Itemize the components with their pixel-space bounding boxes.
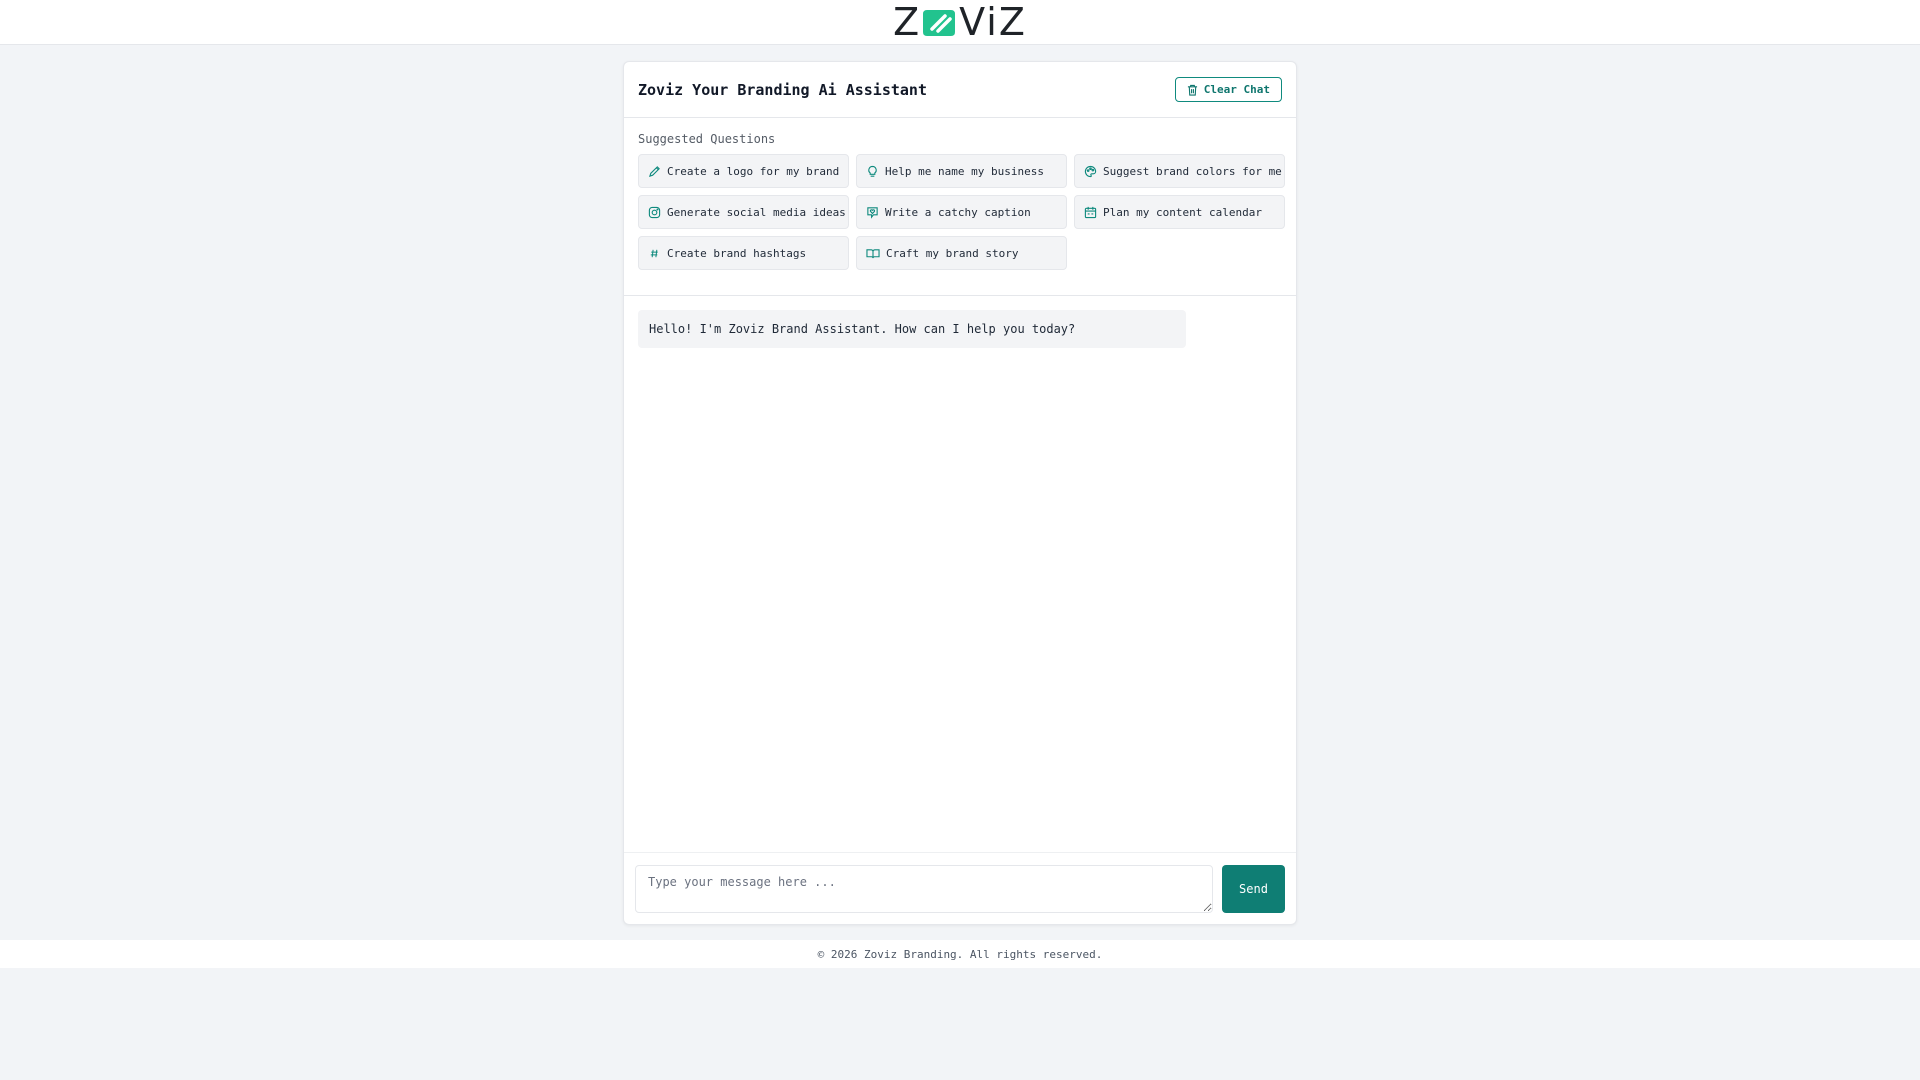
suggestion-catchy-caption[interactable]: Write a catchy caption [856,195,1067,229]
suggested-questions-label: Suggested Questions [638,132,776,146]
chat-header: Zoviz Your Branding Ai Assistant Clear C… [624,62,1296,118]
trash-icon [1187,84,1197,96]
logo-letter-z: Z [893,0,922,44]
zoviz-logo[interactable]: Z ViZ [893,0,1027,45]
suggestion-grid: Create a logo for my brand Help me name … [638,154,1285,270]
chat-title: Zoviz Your Branding Ai Assistant [638,80,927,99]
calendar-icon [1084,206,1097,218]
suggestion-brand-story[interactable]: Craft my brand story [856,236,1067,270]
logo-mark-icon [923,6,957,38]
suggestion-create-logo[interactable]: Create a logo for my brand [638,154,849,188]
suggestion-label: Generate social media ideas [667,205,846,219]
clear-chat-button[interactable]: Clear Chat [1174,77,1282,102]
lightbulb-icon [868,165,877,177]
instagram-icon [648,206,661,218]
suggestion-brand-colors[interactable]: Suggest brand colors for me [1074,154,1285,188]
suggestion-label: Write a catchy caption [885,205,1031,219]
suggestion-label: Create a logo for my brand [667,164,840,178]
clear-chat-label: Clear Chat [1203,83,1270,96]
suggestion-label: Suggest brand colors for me [1103,164,1282,178]
suggestion-name-business[interactable]: Help me name my business [856,154,1067,188]
copyright-text: © 2026 Zoviz Branding. All rights reserv… [817,947,1103,961]
assistant-message: Hello! I'm Zoviz Brand Assistant. How ca… [638,310,1186,348]
suggestion-content-calendar[interactable]: Plan my content calendar [1074,195,1285,229]
page-footer: © 2026 Zoviz Branding. All rights reserv… [0,940,1920,968]
book-icon [866,248,880,258]
hashtag-icon [650,249,658,257]
suggestion-label: Create brand hashtags [667,246,807,260]
suggestion-brand-hashtags[interactable]: Create brand hashtags [638,236,849,270]
chat-card: Zoviz Your Branding Ai Assistant Clear C… [623,61,1297,925]
palette-icon [1084,165,1097,177]
top-bar: Z ViZ [0,0,1920,45]
suggestion-label: Help me name my business [885,164,1044,178]
message-heart-icon [867,206,878,219]
logo-letters-viz: ViZ [959,0,1027,44]
message-list: Hello! I'm Zoviz Brand Assistant. How ca… [624,296,1296,856]
suggestion-label: Plan my content calendar [1103,205,1262,219]
message-input[interactable] [635,864,1213,913]
pencil-icon [648,165,660,177]
send-button[interactable]: Send [1222,864,1285,913]
suggestion-label: Craft my brand story [886,246,1019,260]
suggestion-social-ideas[interactable]: Generate social media ideas [638,195,849,229]
message-composer: Send [624,852,1296,924]
suggested-questions: Suggested Questions Create a logo for my… [624,118,1296,296]
